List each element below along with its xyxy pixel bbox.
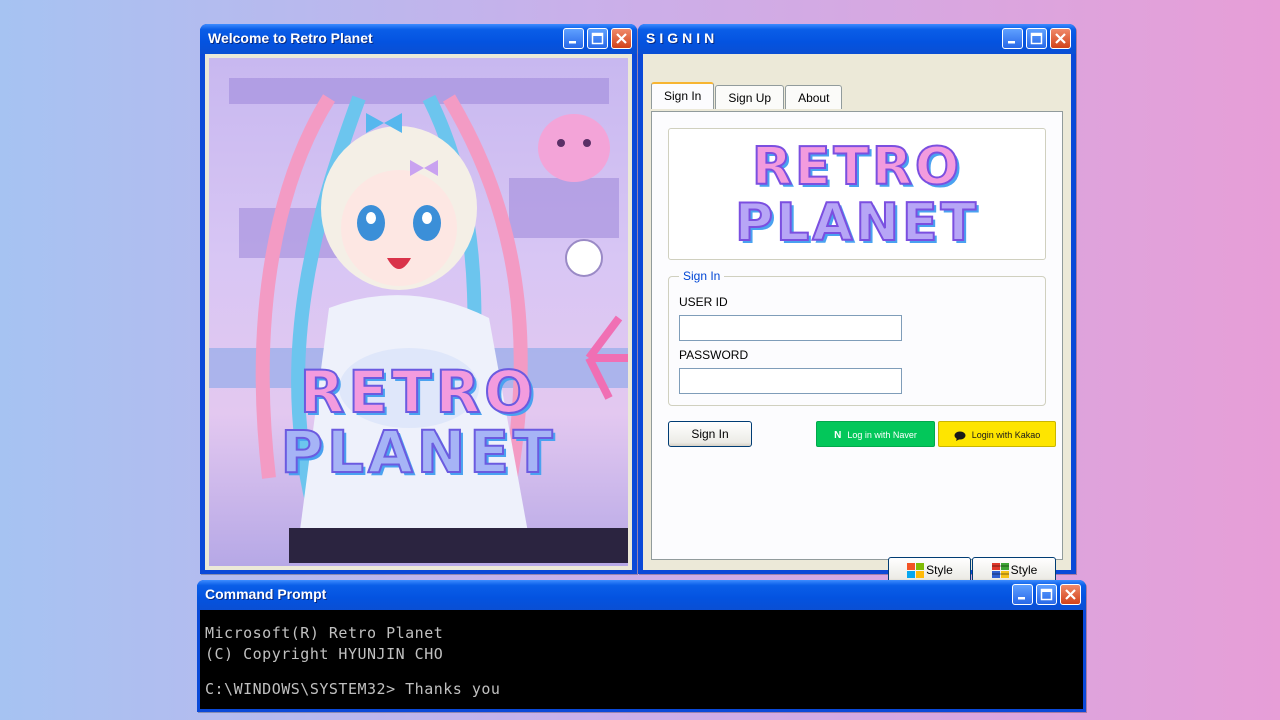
character-illustration: [255, 94, 628, 563]
maximize-icon: [1040, 588, 1053, 601]
close-button[interactable]: [1050, 28, 1071, 49]
cmd-prompt-line: C:\WINDOWS\SYSTEM32> Thanks you: [205, 680, 501, 698]
close-icon: [1065, 589, 1076, 600]
style-xp-label: Style: [926, 563, 953, 577]
tab-sign-in[interactable]: Sign In: [651, 82, 715, 109]
logo-planet: PLANET: [734, 192, 979, 254]
password-input[interactable]: [679, 368, 902, 394]
retro-planet-artwork: RETRO PLANET: [209, 58, 628, 566]
maximize-button[interactable]: [1026, 28, 1047, 49]
signin-button[interactable]: Sign In: [668, 421, 752, 447]
tab-about[interactable]: About: [785, 85, 843, 109]
minimize-icon: [569, 41, 576, 44]
cmd-titlebar[interactable]: Command Prompt: [197, 580, 1086, 610]
naver-icon: N: [834, 430, 842, 441]
cmd-window-title: Command Prompt: [205, 586, 327, 602]
welcome-window-title: Welcome to Retro Planet: [208, 30, 373, 46]
artwork-logo-retro: RETRO: [299, 357, 538, 427]
close-icon: [616, 33, 627, 44]
signin-window-title: SIGNIN: [646, 30, 719, 46]
minimize-icon: [1018, 597, 1025, 600]
tab-sign-up[interactable]: Sign Up: [715, 85, 785, 109]
command-prompt-window: Command Prompt Microsoft(R) Retro Planet…: [197, 580, 1086, 712]
cmd-console[interactable]: Microsoft(R) Retro Planet (C) Copyright …: [200, 610, 1083, 709]
password-label: PASSWORD: [679, 348, 749, 362]
signin-tab-panel: RETRO PLANET Sign In USER ID PASSWORD Si…: [651, 111, 1063, 583]
naver-login-label: Log in with Naver: [847, 430, 917, 440]
speech-bubble-icon: [954, 431, 966, 441]
signin-window: SIGNIN Sign In Sign Up About RETRO PLANE…: [638, 24, 1076, 583]
cmd-line: Microsoft(R) Retro Planet: [205, 624, 444, 642]
windows-xp-logo-icon: [907, 562, 925, 578]
close-button[interactable]: [1060, 584, 1081, 605]
userid-label: USER ID: [679, 295, 728, 309]
naver-login-button[interactable]: N Log in with Naver: [816, 421, 935, 447]
close-icon: [1055, 33, 1066, 44]
minimize-button[interactable]: [563, 28, 584, 49]
signin-tabs: Sign In Sign Up About: [651, 82, 843, 109]
userid-input[interactable]: [679, 315, 902, 341]
minimize-icon: [1008, 41, 1015, 44]
cmd-line: (C) Copyright HYUNJIN CHO: [205, 645, 444, 663]
signin-client-area: Sign In Sign Up About RETRO PLANET Sign …: [643, 54, 1071, 583]
minimize-button[interactable]: [1012, 584, 1033, 605]
artwork-logo-planet: PLANET: [279, 417, 557, 487]
maximize-icon: [591, 32, 604, 45]
signin-titlebar[interactable]: SIGNIN: [638, 24, 1076, 54]
close-button[interactable]: [611, 28, 632, 49]
welcome-client-area: RETRO PLANET: [205, 54, 632, 570]
signin-groupbox: Sign In USER ID PASSWORD: [668, 269, 1046, 406]
maximize-button[interactable]: [587, 28, 608, 49]
windows-classic-logo-icon: [991, 562, 1009, 578]
kakao-login-label: Login with Kakao: [971, 430, 1041, 440]
maximize-icon: [1030, 32, 1043, 45]
minimize-button[interactable]: [1002, 28, 1023, 49]
maximize-button[interactable]: [1036, 584, 1057, 605]
style-classic-label: Style: [1010, 563, 1038, 577]
logo-panel: RETRO PLANET: [668, 128, 1046, 260]
welcome-window: Welcome to Retro Planet RETRO PLANET: [200, 24, 637, 574]
logo-retro: RETRO: [751, 136, 963, 198]
groupbox-title: Sign In: [679, 269, 725, 283]
welcome-titlebar[interactable]: Welcome to Retro Planet: [200, 24, 637, 54]
kakao-login-button[interactable]: Login with Kakao: [938, 421, 1056, 447]
